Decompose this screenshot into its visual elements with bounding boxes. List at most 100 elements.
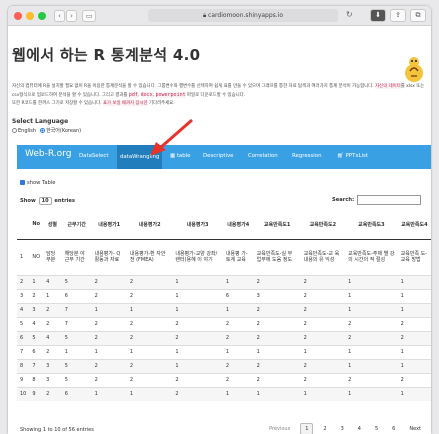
table-row: 654522222222: [17, 330, 431, 345]
share-icon[interactable]: ⇪: [390, 9, 406, 22]
entries-select[interactable]: 10: [38, 197, 52, 205]
checkbox-checked-icon: [20, 180, 25, 185]
table-cell: 해당분 야 근무 기간: [61, 238, 92, 275]
address-bar[interactable]: 🔒︎ cardiomoon.shinyapps.io: [148, 9, 338, 22]
table-row: 542722222222: [17, 316, 431, 331]
table-cell: 1: [397, 358, 431, 373]
radio-icon: [12, 127, 17, 133]
tabs-icon[interactable]: ⧉: [410, 9, 426, 22]
tab-pptxlist[interactable]: 🛒︎ PPTxList: [337, 153, 368, 159]
table-cell: 1: [345, 274, 398, 289]
table-cell: 1: [61, 344, 92, 359]
table-cell: 5: [17, 316, 30, 331]
column-header[interactable]: 교육만족도2: [300, 210, 346, 240]
table-cell: 2: [91, 288, 127, 303]
table-cell: 5: [29, 330, 44, 345]
table-cell: 2: [300, 288, 346, 303]
show-table-checkbox[interactable]: show Table: [20, 180, 55, 186]
intro-text: 분석이 가능합니다.: [338, 84, 374, 89]
search-label: Search:: [332, 197, 355, 203]
table-cell: 1: [126, 344, 173, 359]
table-cell: 2: [300, 302, 346, 317]
table-cell: 2: [300, 372, 346, 387]
radio-label: English: [18, 127, 37, 134]
table-cell: 6: [222, 288, 254, 303]
table-cell: 2: [345, 330, 398, 345]
table-cell: 1: [126, 386, 173, 401]
language-label: Select Language: [12, 118, 69, 125]
maximize-window-button[interactable]: [38, 12, 46, 20]
radio-english[interactable]: English: [12, 127, 37, 134]
search-input[interactable]: [357, 195, 421, 205]
next-button[interactable]: Next: [405, 424, 425, 434]
tab-correlation[interactable]: Correlation: [248, 153, 278, 159]
code-docx: docx: [140, 92, 153, 98]
tab-descriptive[interactable]: Descriptive: [203, 153, 234, 159]
language-radio-group: English 한국어(Korean): [12, 127, 427, 134]
table-cell: 9: [17, 372, 30, 387]
column-header[interactable]: 내용평가2: [126, 210, 173, 240]
tab-table[interactable]: ▦ table: [170, 153, 190, 159]
page-5-button[interactable]: 5: [371, 424, 382, 434]
column-header[interactable]: 성별: [43, 210, 62, 240]
tab-dataselect[interactable]: DataSelect: [79, 153, 109, 159]
column-header[interactable]: 교육만족도1: [253, 210, 301, 240]
column-header[interactable]: 근무기간: [61, 210, 92, 240]
minimize-window-button[interactable]: [26, 12, 34, 20]
table-cell: 1: [345, 302, 398, 317]
column-header[interactable]: 교육만족도4: [397, 210, 431, 240]
table-cell: 1: [29, 274, 44, 289]
table-info: Showing 1 to 10 of 56 entries: [20, 427, 94, 433]
column-header[interactable]: 교육만족도3: [345, 210, 398, 240]
column-header[interactable]: 내용평가3: [172, 210, 223, 240]
page-1-button[interactable]: 1: [300, 423, 314, 434]
reload-icon[interactable]: ↻: [346, 10, 353, 19]
table-cell: 1: [345, 344, 398, 359]
table-cell: 1: [397, 386, 431, 401]
entries-label: entries: [54, 198, 76, 204]
column-header[interactable]: 내용평가1: [91, 210, 127, 240]
forward-icon[interactable]: ›: [66, 10, 77, 22]
table-cell: 2: [91, 358, 127, 373]
sidebar-icon[interactable]: ▭: [82, 10, 96, 22]
table-cell: 담당 부분: [43, 238, 62, 275]
table-cell: 2: [172, 316, 223, 331]
show-label: Show: [20, 198, 36, 204]
table-cell: 1: [222, 302, 254, 317]
table-cell: 1: [222, 386, 254, 401]
radio-korean[interactable]: 한국어(Korean): [40, 127, 81, 134]
download-icon[interactable]: ⬇: [370, 9, 386, 22]
table-cell: 2: [397, 316, 431, 331]
tab-label: table: [176, 153, 191, 159]
table-icon: ▦: [170, 153, 177, 159]
table-cell: 내용평 가-토계 교육: [222, 238, 254, 275]
column-header[interactable]: [17, 210, 30, 240]
column-header[interactable]: No: [29, 210, 44, 240]
page-3-button[interactable]: 3: [337, 424, 348, 434]
page-2-button[interactable]: 2: [319, 424, 330, 434]
back-icon[interactable]: ‹: [54, 10, 65, 22]
tab-datawrangling[interactable]: dataWrangling: [117, 145, 163, 169]
previous-button[interactable]: Previous: [265, 424, 294, 434]
table-cell: 2: [91, 274, 127, 289]
column-header[interactable]: 내용평가4: [222, 210, 254, 240]
data-table-section: show Table Show 10 entries Search: No 성별 근…: [17, 174, 431, 434]
table-cell: 교육만족 도-교육 방법: [397, 238, 431, 275]
table-cell: 1: [222, 344, 254, 359]
table-cell: 4: [17, 302, 30, 317]
table-cell: 3: [43, 358, 62, 373]
table-cell: 2: [397, 330, 431, 345]
intro-text: 또한 R코드를 한꺼스 그기로 저장할 수 있습니다.: [12, 101, 102, 106]
tab-regression[interactable]: Regression: [292, 153, 322, 159]
close-window-button[interactable]: [14, 12, 22, 20]
table-cell: 2: [29, 288, 44, 303]
table-cell: 2: [253, 274, 301, 289]
page-4-button[interactable]: 4: [354, 424, 365, 434]
top-navbar: Web-R.org DataSelect dataWrangling ▦ tab…: [17, 145, 431, 169]
table-cell: 6: [61, 288, 92, 303]
browser-window: ‹ › ▭ 🔒︎ cardiomoon.shinyapps.io ↻ ⬇ ⇪ ⧉…: [8, 6, 431, 434]
navbar-brand[interactable]: Web-R.org: [25, 149, 71, 159]
table-cell: 1: [300, 386, 346, 401]
page-6-button[interactable]: 6: [388, 424, 399, 434]
table-cell: 8: [29, 372, 44, 387]
